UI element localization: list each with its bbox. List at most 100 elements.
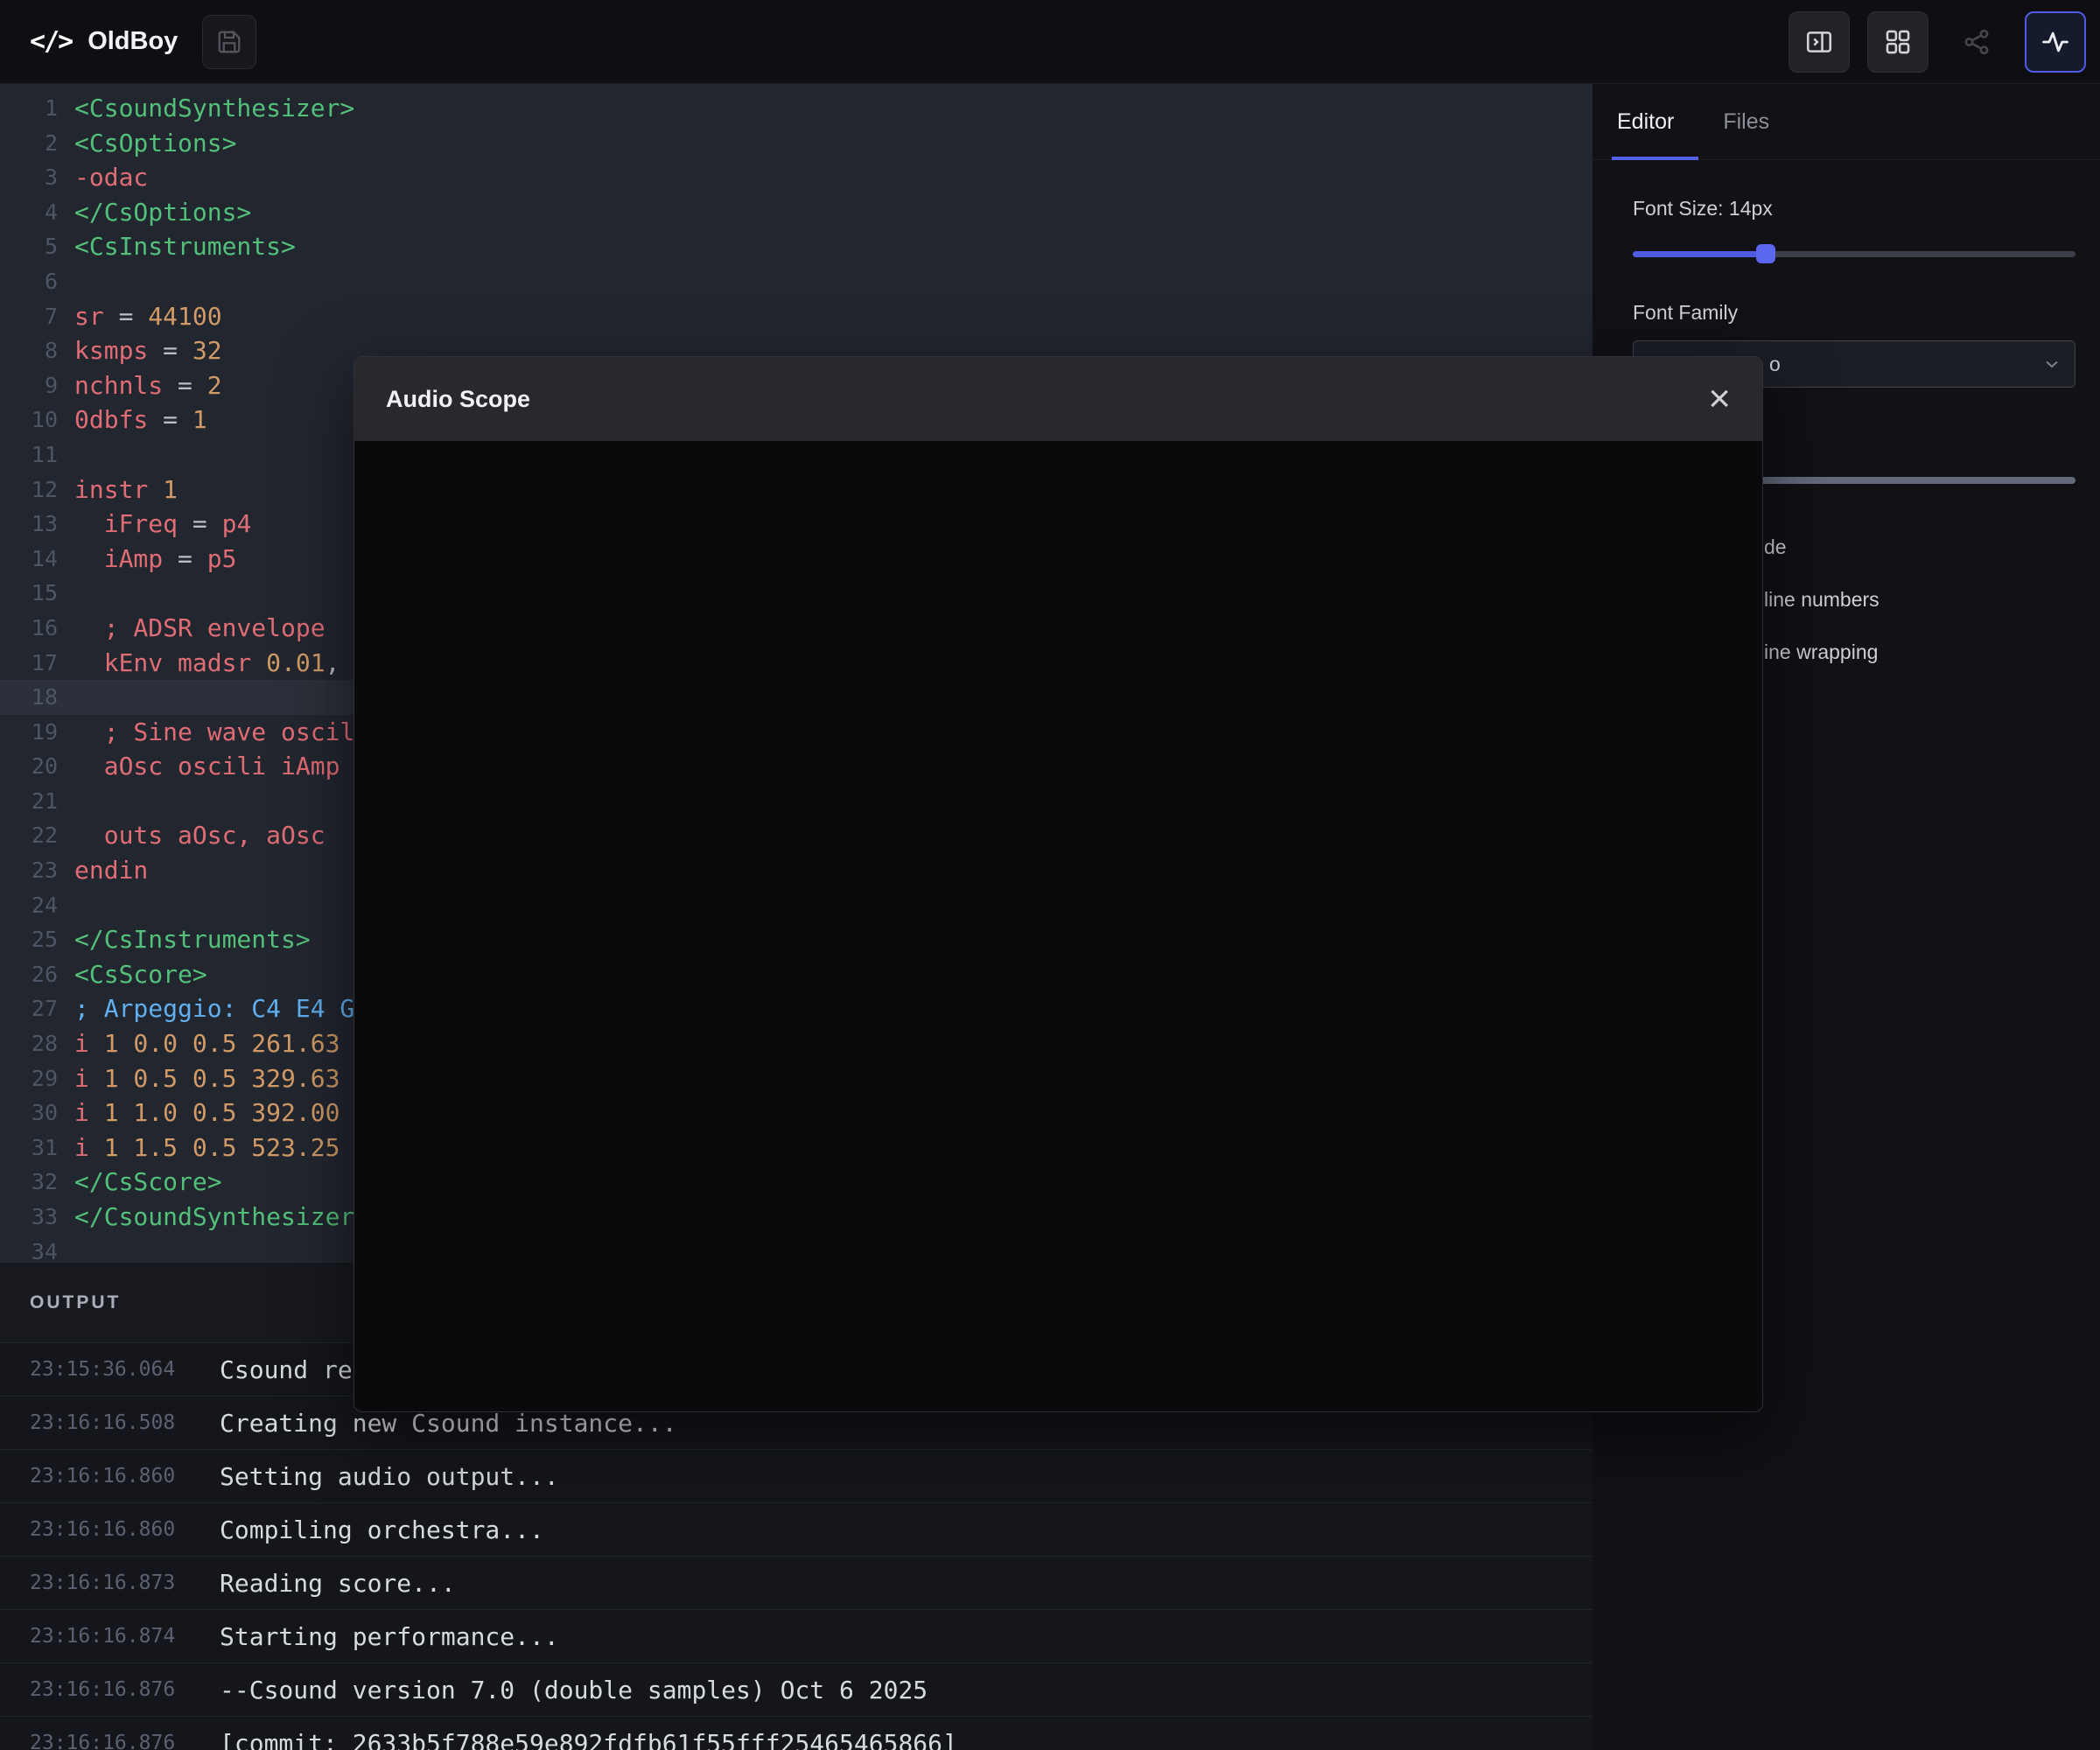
code-logo-icon: </> <box>30 26 72 57</box>
font-size-label: Font Size: 14px <box>1633 197 2076 220</box>
code-text: ; Arpeggio: C4 E4 G <box>58 991 354 1026</box>
line-number: 32 <box>0 1165 58 1200</box>
slider-track <box>1633 251 2076 257</box>
code-text: <CsoundSynthesizer> <box>58 91 354 126</box>
line-number: 26 <box>0 957 58 992</box>
line-number: 9 <box>0 368 58 403</box>
code-text: </CsOptions> <box>58 195 251 230</box>
line-number: 15 <box>0 576 58 611</box>
code-text: -odac <box>58 160 148 195</box>
line-number: 8 <box>0 333 58 368</box>
log-row: 23:16:16.860Setting audio output... <box>0 1450 1592 1503</box>
code-text <box>58 784 74 819</box>
code-text <box>58 576 74 611</box>
app-root: </> OldBoy <box>0 0 2100 1750</box>
line-number: 31 <box>0 1130 58 1166</box>
log-message: Starting performance... <box>220 1622 559 1651</box>
line-number: 27 <box>0 991 58 1026</box>
toggle-panel-button[interactable] <box>1788 11 1850 73</box>
log-message: Setting audio output... <box>220 1462 559 1491</box>
code-text: instr 1 <box>58 472 178 508</box>
layout-grid-button[interactable] <box>1867 11 1928 73</box>
modal-title: Audio Scope <box>386 386 530 413</box>
code-line[interactable]: 1<CsoundSynthesizer> <box>0 91 1592 126</box>
log-timestamp: 23:16:16.508 <box>30 1411 220 1434</box>
tab-editor[interactable]: Editor <box>1617 84 1674 159</box>
code-text: sr = 44100 <box>58 299 222 334</box>
log-message: Csound re <box>220 1355 353 1384</box>
grid-icon <box>1883 27 1913 57</box>
log-row: 23:16:16.874Starting performance... <box>0 1610 1592 1663</box>
code-text: outs aOsc, aOsc <box>58 818 326 853</box>
slider-thumb[interactable] <box>1756 244 1775 263</box>
code-text: <CsScore> <box>58 957 207 992</box>
line-number: 34 <box>0 1235 58 1262</box>
line-number: 13 <box>0 507 58 542</box>
code-text <box>58 680 74 715</box>
audio-scope-button[interactable] <box>2025 11 2086 73</box>
code-text: <CsOptions> <box>58 126 236 161</box>
line-number: 33 <box>0 1200 58 1235</box>
line-number: 11 <box>0 438 58 472</box>
code-text: i 1 1.0 0.5 392.00 <box>58 1096 340 1130</box>
log-timestamp: 23:16:16.876 <box>30 1732 220 1750</box>
audio-scope-modal: Audio Scope × <box>354 356 1763 1412</box>
line-number: 2 <box>0 126 58 161</box>
code-text: ksmps = 32 <box>58 333 222 368</box>
line-number: 17 <box>0 646 58 681</box>
font-family-label: Font Family <box>1633 301 2076 325</box>
code-line[interactable]: 6 <box>0 264 1592 299</box>
code-text: i 1 0.5 0.5 329.63 <box>58 1061 340 1096</box>
log-row: 23:16:16.876[commit: 2633b5f788e59e892fd… <box>0 1717 1592 1750</box>
code-line[interactable]: 4</CsOptions> <box>0 195 1592 230</box>
line-number: 22 <box>0 818 58 853</box>
line-number: 24 <box>0 888 58 923</box>
line-number: 18 <box>0 680 58 715</box>
code-line[interactable]: 7sr = 44100 <box>0 299 1592 334</box>
close-icon[interactable]: × <box>1708 380 1731 418</box>
line-number: 21 <box>0 784 58 819</box>
code-text: <CsInstruments> <box>58 229 296 264</box>
log-timestamp: 23:16:16.860 <box>30 1465 220 1488</box>
code-text: nchnls = 2 <box>58 368 222 403</box>
line-number: 25 <box>0 922 58 957</box>
log-timestamp: 23:16:16.876 <box>30 1678 220 1701</box>
font-size-slider[interactable] <box>1633 243 2076 264</box>
code-text <box>58 438 74 472</box>
code-text <box>58 888 74 923</box>
panel-right-icon <box>1804 27 1834 57</box>
code-text: </CsScore> <box>58 1165 222 1200</box>
log-message: --Csound version 7.0 (double samples) Oc… <box>220 1676 928 1704</box>
log-timestamp: 23:16:16.873 <box>30 1572 220 1594</box>
save-button[interactable] <box>202 15 256 69</box>
top-bar-actions <box>1788 11 2086 73</box>
line-number: 5 <box>0 229 58 264</box>
log-message: Reading score... <box>220 1569 456 1598</box>
code-text: i 1 0.0 0.5 261.63 <box>58 1026 340 1061</box>
code-line[interactable]: 3-odac <box>0 160 1592 195</box>
tab-files[interactable]: Files <box>1723 84 1769 159</box>
code-text: i 1 1.5 0.5 523.25 <box>58 1130 340 1166</box>
log-row: 23:16:16.876--Csound version 7.0 (double… <box>0 1663 1592 1717</box>
floppy-disk-icon <box>216 29 242 55</box>
line-number: 28 <box>0 1026 58 1061</box>
share-nodes-icon <box>1962 27 1992 57</box>
code-line[interactable]: 2<CsOptions> <box>0 126 1592 161</box>
code-text: </CsoundSynthesizer> <box>58 1200 369 1235</box>
log-row: 23:16:16.873Reading score... <box>0 1557 1592 1610</box>
line-number: 4 <box>0 195 58 230</box>
line-number: 16 <box>0 611 58 646</box>
modal-header: Audio Scope × <box>354 357 1762 441</box>
line-number: 7 <box>0 299 58 334</box>
code-line[interactable]: 5<CsInstruments> <box>0 229 1592 264</box>
line-number: 12 <box>0 472 58 508</box>
code-text <box>58 264 74 299</box>
code-text <box>58 1235 74 1262</box>
log-message: Creating new Csound instance... <box>220 1409 677 1438</box>
code-text: </CsInstruments> <box>58 922 311 957</box>
code-text: ; Sine wave oscil <box>58 715 354 750</box>
code-text: kEnv madsr 0.01, <box>58 646 340 681</box>
line-number: 3 <box>0 160 58 195</box>
share-button[interactable] <box>1946 11 2007 73</box>
slider-fill <box>1633 251 1766 257</box>
